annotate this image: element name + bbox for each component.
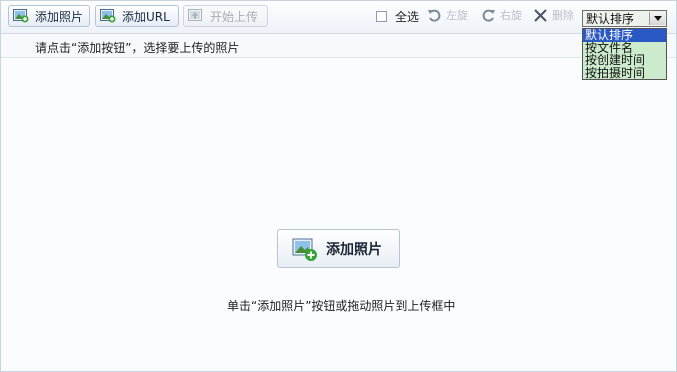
add-url-label: 添加URL bbox=[122, 9, 170, 24]
sort-option[interactable]: 按创建时间 bbox=[583, 54, 666, 67]
rotate-left-button[interactable]: 左旋 bbox=[427, 7, 468, 23]
chevron-down-icon[interactable] bbox=[649, 12, 665, 25]
rotate-right-label: 右旋 bbox=[500, 9, 522, 22]
sort-option[interactable]: 按文件名 bbox=[583, 42, 666, 55]
select-all-label: 全选 bbox=[395, 10, 420, 24]
rotate-right-icon bbox=[481, 8, 496, 23]
delete-label: 删除 bbox=[552, 9, 574, 22]
sort-option[interactable]: 按拍摄时间 bbox=[583, 67, 666, 80]
add-photo-button[interactable]: 添加照片 bbox=[8, 5, 90, 27]
hint-bar: 请点击“添加按钮”，选择要上传的照片 bbox=[1, 34, 676, 58]
sort-option[interactable]: 默认排序 bbox=[583, 29, 666, 42]
rotate-right-button[interactable]: 右旋 bbox=[481, 7, 522, 23]
add-photo-main-label: 添加照片 bbox=[326, 241, 382, 258]
hint-text: 请点击“添加按钮”，选择要上传的照片 bbox=[35, 41, 240, 55]
add-photo-label: 添加照片 bbox=[35, 9, 84, 24]
close-icon bbox=[533, 8, 548, 23]
sort-dropdown: 默认排序 按文件名 按创建时间 按拍摄时间 bbox=[582, 28, 667, 80]
drop-instruction: 单击“添加照片”按钮或拖动照片到上传框中 bbox=[227, 299, 456, 313]
add-photo-icon bbox=[13, 9, 29, 23]
add-photo-main-button[interactable]: 添加照片 bbox=[277, 229, 400, 268]
add-url-icon bbox=[100, 9, 116, 23]
select-all-checkbox[interactable]: 全选 bbox=[376, 8, 419, 25]
add-photo-icon bbox=[292, 236, 318, 262]
upload-icon bbox=[188, 9, 204, 23]
rotate-left-label: 左旋 bbox=[446, 9, 468, 22]
start-upload-label: 开始上传 bbox=[210, 9, 259, 24]
start-upload-button[interactable]: 开始上传 bbox=[183, 5, 268, 27]
sort-select[interactable]: 默认排序 bbox=[582, 10, 667, 27]
rotate-left-icon bbox=[427, 8, 442, 23]
toolbar: 添加照片 添加URL 开始上传 全选 左旋 右旋 删除 默认排序 bbox=[1, 1, 676, 34]
delete-button[interactable]: 删除 bbox=[533, 7, 574, 23]
sort-selected-value: 默认排序 bbox=[586, 12, 635, 26]
checkbox-box[interactable] bbox=[376, 11, 387, 22]
uploader-frame: 添加照片 添加URL 开始上传 全选 左旋 右旋 删除 默认排序 默认排序 按文… bbox=[0, 0, 677, 372]
add-url-button[interactable]: 添加URL bbox=[95, 5, 179, 27]
